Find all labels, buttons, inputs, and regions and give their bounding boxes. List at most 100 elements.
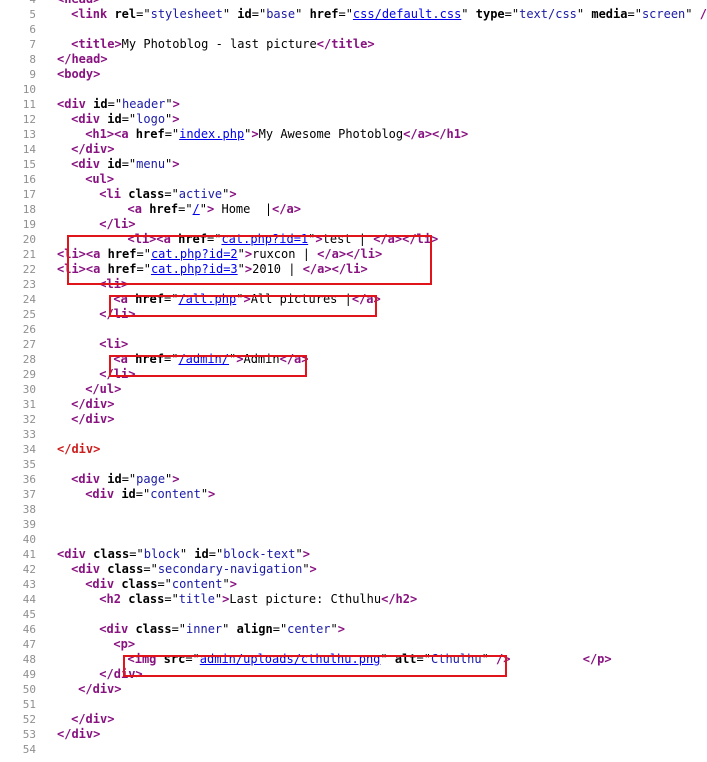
tag-token: > <box>208 487 216 501</box>
line-number: 23 <box>22 278 36 291</box>
tag-token: </a> <box>403 127 433 141</box>
source-link[interactable]: css/default.css <box>353 7 461 21</box>
line-number: 29 <box>22 368 36 381</box>
line-number: 13 <box>22 128 36 141</box>
tag-token: </div> <box>71 412 115 426</box>
line-number: 27 <box>22 338 36 351</box>
line-number: 43 <box>22 578 36 591</box>
tag-token: </a> <box>317 247 347 261</box>
line-number: 36 <box>22 473 36 486</box>
tag-token: > <box>172 472 180 486</box>
tag-token: <ul> <box>85 172 115 186</box>
source-link[interactable]: /all.php <box>178 292 236 306</box>
attribute-name: type <box>475 7 505 21</box>
source-link[interactable]: index.php <box>179 127 244 141</box>
tag-token: </div> <box>71 397 115 411</box>
code-text: =" <box>208 547 224 561</box>
tag-token: </li> <box>331 262 368 276</box>
tag-token: <div <box>85 487 115 501</box>
line-code: </li> <box>99 307 135 322</box>
line-number: 44 <box>22 593 36 606</box>
source-line: 36 <div id="page"> <box>0 472 707 487</box>
source-link[interactable]: /admin/ <box>178 352 229 366</box>
line-number: 46 <box>22 623 36 636</box>
line-number: 11 <box>22 98 36 111</box>
line-number: 40 <box>22 533 36 546</box>
line-number: 22 <box>22 263 36 276</box>
source-line: 32 </div> <box>0 412 707 427</box>
line-number: 24 <box>22 293 36 306</box>
line-number: 48 <box>22 653 36 666</box>
source-link[interactable]: cat.php?id=1 <box>221 232 308 246</box>
line-number: 42 <box>22 563 36 576</box>
attribute-value: menu <box>136 157 166 171</box>
tag-token: </div> <box>99 667 143 681</box>
code-text: Last picture: Cthulhu <box>229 592 382 606</box>
attribute-name: class <box>93 547 130 561</box>
tag-token: <div <box>57 547 86 561</box>
source-line: 41 <div class="block" id="block-text"> <box>0 547 707 562</box>
line-code: <div id="content"> <box>85 487 215 502</box>
tag-token: <li> <box>57 247 86 261</box>
code-text: ruxcon | <box>252 247 318 261</box>
tag-token: </a> <box>272 202 301 216</box>
source-link[interactable]: / <box>193 202 200 216</box>
line-number: 53 <box>22 728 36 741</box>
tag-token: <div <box>71 472 100 486</box>
source-line: 34 </div> <box>0 442 707 457</box>
attribute-name: href <box>135 352 164 366</box>
code-text: =" <box>272 622 288 636</box>
source-line: 30 </ul> <box>0 382 707 397</box>
line-number: 8 <box>29 53 36 66</box>
attribute-value: center <box>287 622 331 636</box>
code-text: " <box>222 577 230 591</box>
source-link[interactable]: cat.php?id=2 <box>151 247 238 261</box>
source-line: 39 <box>0 517 707 532</box>
code-text: " <box>461 7 476 21</box>
tag-token: /> <box>699 7 707 21</box>
tag-token: <div <box>57 97 86 111</box>
line-code: <li> <box>99 277 128 292</box>
source-line: 16 <ul> <box>0 172 707 187</box>
line-code: <p> <box>113 637 135 652</box>
source-link[interactable]: cat.php?id=3 <box>151 262 238 276</box>
line-code: </div> <box>57 727 100 742</box>
tag-token: <a <box>114 127 129 141</box>
source-line: 23 <li> <box>0 277 707 292</box>
attribute-value: block <box>143 547 180 561</box>
line-code: </li> <box>99 217 135 232</box>
source-line: 5 <link rel="stylesheet" id="base" href="… <box>0 7 707 22</box>
code-text: " <box>380 652 395 666</box>
tag-token: > <box>172 112 180 126</box>
source-link[interactable]: admin/uploads/cthulhu.png <box>200 652 381 666</box>
line-number: 25 <box>22 308 36 321</box>
attribute-value: block-text <box>223 547 296 561</box>
line-number: 41 <box>22 548 36 561</box>
source-line: 27 <li> <box>0 337 707 352</box>
line-number: 52 <box>22 713 36 726</box>
attribute-name: media <box>591 7 628 21</box>
tag-token: > <box>315 232 323 246</box>
source-line: 22 <li><a href="cat.php?id=3">2010 | </a>… <box>0 262 707 277</box>
attribute-value: Cthulhu <box>431 652 482 666</box>
tag-token: </a> <box>279 352 309 366</box>
tag-token: <li <box>99 187 121 201</box>
code-text: My Awesome Photoblog <box>258 127 404 141</box>
attribute-value: stylesheet <box>150 7 223 21</box>
attribute-name: href <box>309 7 339 21</box>
attribute-value: secondary-navigation <box>157 562 303 576</box>
tag-token: > <box>243 292 251 306</box>
code-text: =" <box>107 97 123 111</box>
tag-token: <li> <box>99 277 129 291</box>
code-text: " <box>330 622 338 636</box>
attribute-value: title <box>178 592 215 606</box>
tag-token: <head> <box>57 0 100 6</box>
source-line: 38 <box>0 502 707 517</box>
line-number: 18 <box>22 203 36 216</box>
attribute-value: base <box>266 7 296 21</box>
line-number: 51 <box>22 698 36 711</box>
line-number: 38 <box>22 503 36 516</box>
source-line: 37 <div id="content"> <box>0 487 707 502</box>
tag-token: <div <box>99 622 129 636</box>
